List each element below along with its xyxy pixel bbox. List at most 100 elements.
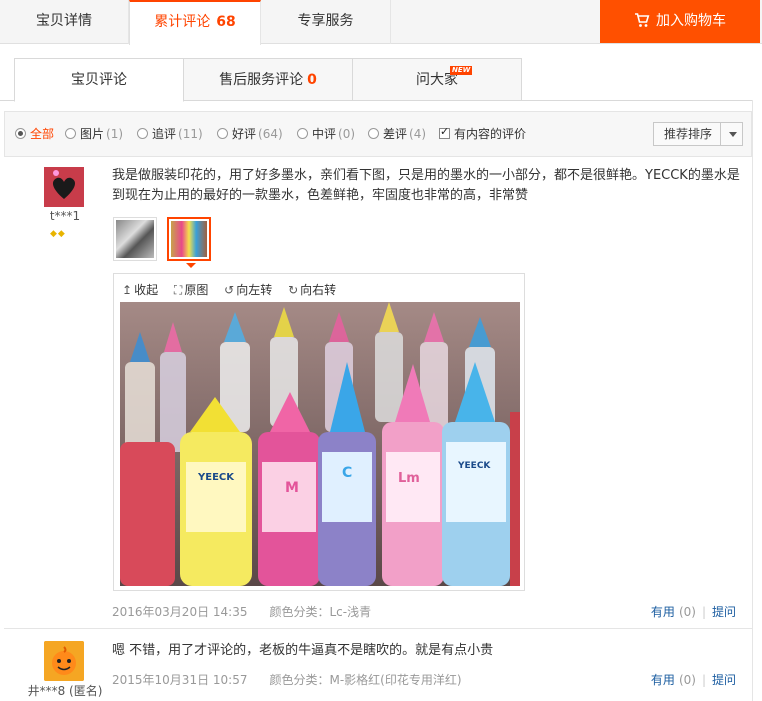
diamond-level-icon: ◆◆ bbox=[50, 229, 66, 239]
review-thumbnail[interactable] bbox=[113, 217, 157, 261]
chevron-down-icon bbox=[729, 132, 737, 137]
tab-cumulative-reviews[interactable]: 累计评论 68 bbox=[129, 0, 261, 45]
filter-good-count: (64) bbox=[258, 127, 283, 141]
review-text: 嗯 不错，用了才评论的，老板的牛逼真不是瞎吹的。就是有点小贵 bbox=[112, 643, 494, 658]
filter-followup-label: 追评 bbox=[152, 127, 177, 141]
review-thumbnail-selected[interactable] bbox=[167, 217, 211, 268]
useful-count: (0) bbox=[678, 673, 696, 687]
bottle-label: C bbox=[342, 465, 352, 481]
reviewer-name: 井***8 (匿名) bbox=[27, 684, 103, 698]
rotate-right-icon: ↻ bbox=[288, 283, 299, 297]
useful-link[interactable]: 有用 bbox=[651, 673, 675, 687]
bottle-label: YEECK bbox=[197, 472, 235, 483]
rotate-right-button[interactable]: ↻ 向右转 bbox=[288, 283, 336, 297]
ask-link[interactable]: 提问 bbox=[712, 673, 736, 687]
bottle-label: M bbox=[285, 480, 299, 496]
content-right-border bbox=[752, 100, 753, 701]
filter-bad-label: 差评 bbox=[383, 127, 408, 141]
bottle-label: YEECK bbox=[457, 461, 491, 471]
rotate-left-icon: ↺ bbox=[224, 283, 235, 297]
tab-service-label: 专享服务 bbox=[297, 13, 354, 29]
viewer-toolbar: ↥ 收起 ⛶ 原图 ↺ 向左转 ↻ 向右转 bbox=[122, 281, 348, 298]
avatar[interactable] bbox=[44, 167, 84, 207]
review-text: 我是做服装印花的，用了好多墨水，亲们看下图，只是用的墨水的一小部分，都不是很鲜艳… bbox=[112, 168, 740, 203]
avatar[interactable] bbox=[44, 641, 84, 681]
radio-icon bbox=[65, 128, 76, 139]
review-item: t***1 ◆◆ 我是做服装印花的，用了好多墨水，亲们看下图，只是用的墨水的一小… bbox=[4, 157, 752, 629]
tab-after-sales-label: 售后服务评论 bbox=[219, 72, 304, 88]
rotate-right-label: 向右转 bbox=[300, 283, 337, 297]
radio-icon bbox=[297, 128, 308, 139]
filter-good[interactable]: 好评 (64) bbox=[217, 125, 283, 142]
filter-neutral-count: (0) bbox=[338, 127, 356, 141]
filter-has-content[interactable]: 有内容的评价 bbox=[439, 125, 526, 142]
avatar-cartoon-icon bbox=[44, 641, 84, 681]
filter-pictures-count: (1) bbox=[106, 127, 124, 141]
tab-item-reviews-label: 宝贝评论 bbox=[71, 72, 127, 88]
filter-all-label: 全部 bbox=[30, 127, 55, 141]
tab-reviews-label: 累计评论 bbox=[154, 14, 211, 30]
sort-divider bbox=[720, 123, 721, 145]
radio-icon bbox=[368, 128, 379, 139]
bottle-label: Lm bbox=[398, 471, 420, 486]
review-sub-tabs: 宝贝评论 售后服务评论 0 问大家 NEW bbox=[0, 58, 762, 102]
radio-icon bbox=[15, 128, 26, 139]
tab-item-reviews[interactable]: 宝贝评论 bbox=[14, 58, 184, 102]
review-meta: 2015年10月31日 10:57 颜色分类：M-影格红(印花专用洋红) bbox=[112, 671, 462, 688]
filter-followup[interactable]: 追评 (11) bbox=[137, 125, 203, 142]
arrow-up-icon: ↥ bbox=[122, 283, 133, 297]
filter-all[interactable]: 全部 bbox=[15, 125, 54, 142]
thumbnail-image bbox=[116, 220, 154, 258]
ask-link[interactable]: 提问 bbox=[712, 605, 736, 619]
original-image-button[interactable]: ⛶ 原图 bbox=[174, 283, 208, 297]
filter-followup-count: (11) bbox=[178, 127, 203, 141]
add-to-cart-label: 加入购物车 bbox=[656, 13, 726, 29]
tab-item-details-label: 宝贝详情 bbox=[36, 13, 92, 29]
avatar-hearts-icon bbox=[44, 167, 84, 207]
tab-exclusive-service[interactable]: 专享服务 bbox=[261, 0, 391, 44]
review-meta: 2016年03月20日 14:35 颜色分类：Lc-浅青 bbox=[112, 603, 371, 620]
radio-icon bbox=[137, 128, 148, 139]
action-divider: | bbox=[701, 605, 706, 619]
review-filter-bar: 全部 图片(1) 追评(11) 好评(64) 中评(0) 差评(4) 有内容的评… bbox=[4, 111, 752, 157]
original-label: 原图 bbox=[184, 283, 209, 297]
filter-has-content-label: 有内容的评价 bbox=[454, 127, 527, 141]
review-date: 2016年03月20日 14:35 bbox=[112, 605, 248, 619]
add-to-cart-button[interactable]: 加入购物车 bbox=[600, 0, 760, 43]
filter-bad[interactable]: 差评 (4) bbox=[368, 125, 426, 142]
useful-count: (0) bbox=[678, 605, 696, 619]
review-actions: 有用 (0) | 提问 bbox=[651, 671, 736, 688]
ink-bottles-photo: YEECK M C Lm YEECK bbox=[120, 302, 520, 586]
rotate-left-button[interactable]: ↺ 向左转 bbox=[224, 283, 272, 297]
collapse-button[interactable]: ↥ 收起 bbox=[122, 283, 158, 297]
filter-pictures[interactable]: 图片 (1) bbox=[65, 125, 123, 142]
action-divider: | bbox=[701, 673, 706, 687]
image-viewer: ↥ 收起 ⛶ 原图 ↺ 向左转 ↻ 向右转 YEECK M C Lm YEECK bbox=[113, 273, 525, 591]
review-date: 2015年10月31日 10:57 bbox=[112, 673, 248, 687]
filter-neutral[interactable]: 中评 (0) bbox=[297, 125, 355, 142]
cart-icon bbox=[635, 13, 650, 27]
rotate-left-label: 向左转 bbox=[236, 283, 273, 297]
thumbnail-image bbox=[171, 221, 207, 257]
filter-bad-count: (4) bbox=[409, 127, 427, 141]
tab-ask-everyone[interactable]: 问大家 NEW bbox=[353, 58, 522, 101]
tab-item-details[interactable]: 宝贝详情 bbox=[0, 0, 129, 44]
sort-label: 推荐排序 bbox=[664, 127, 713, 141]
review-color-variant: 颜色分类：M-影格红(印花专用洋红) bbox=[269, 673, 462, 687]
filter-pictures-label: 图片 bbox=[80, 127, 105, 141]
review-photo: YEECK M C Lm YEECK bbox=[120, 302, 520, 586]
sort-dropdown[interactable]: 推荐排序 bbox=[653, 122, 743, 146]
review-color-variant: 颜色分类：Lc-浅青 bbox=[269, 605, 372, 619]
reviewer-name: t***1 bbox=[49, 209, 81, 223]
new-badge: NEW bbox=[450, 66, 473, 75]
checkbox-icon bbox=[439, 125, 450, 139]
top-tab-bar: 宝贝详情 累计评论 68 专享服务 加入购物车 bbox=[0, 0, 762, 45]
filter-neutral-label: 中评 bbox=[312, 127, 337, 141]
filter-good-label: 好评 bbox=[232, 127, 257, 141]
tab-reviews-count: 68 bbox=[216, 14, 236, 30]
useful-link[interactable]: 有用 bbox=[651, 605, 675, 619]
collapse-label: 收起 bbox=[134, 283, 159, 297]
review-item: 井***8 (匿名) 嗯 不错，用了才评论的，老板的牛逼真不是瞎吹的。就是有点小… bbox=[4, 631, 752, 701]
expand-icon: ⛶ bbox=[173, 283, 183, 297]
tab-after-sales-reviews[interactable]: 售后服务评论 0 bbox=[184, 58, 353, 101]
